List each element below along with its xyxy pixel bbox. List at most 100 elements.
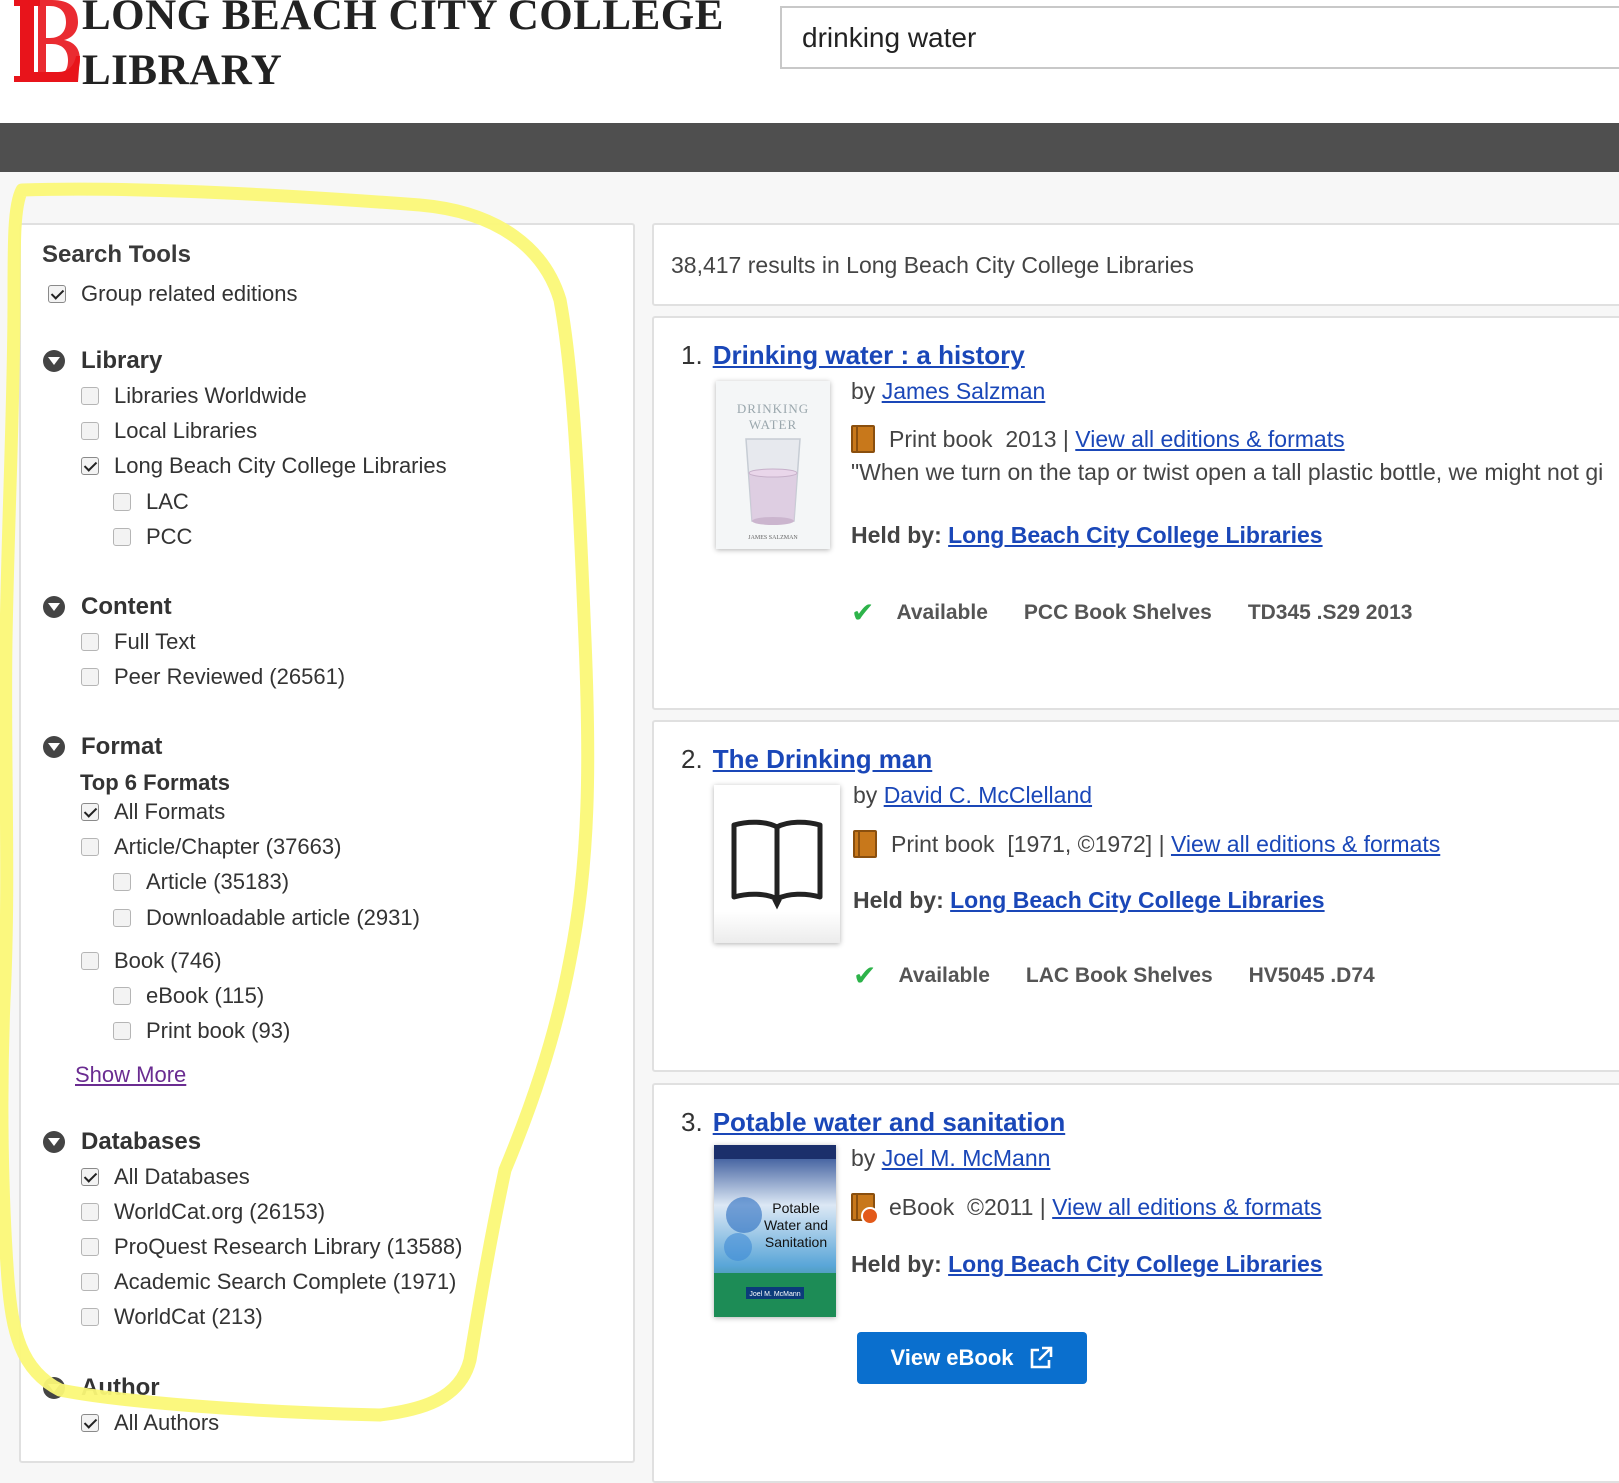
option-label: Long Beach City College Libraries [114, 453, 447, 478]
available-check-icon: ✔ [853, 960, 877, 991]
checkbox[interactable] [113, 987, 131, 1005]
filter-all-databases[interactable]: All Databases [81, 1164, 250, 1190]
checkbox[interactable] [81, 457, 99, 475]
checkbox[interactable] [81, 1168, 99, 1186]
result-title-link[interactable]: The Drinking man [713, 744, 933, 774]
search-input[interactable] [780, 6, 1619, 69]
filter-local-libraries[interactable]: Local Libraries [81, 418, 257, 444]
filter-lac[interactable]: LAC [113, 489, 189, 515]
checkbox[interactable] [113, 493, 131, 511]
filter-worldcat[interactable]: WorldCat (213) [81, 1304, 263, 1330]
checkbox[interactable] [81, 387, 99, 405]
checkbox[interactable] [81, 803, 99, 821]
group-related-editions-option[interactable]: Group related editions [48, 281, 297, 307]
show-more-formats-link[interactable]: Show More [75, 1062, 186, 1088]
view-editions-link[interactable]: View all editions & formats [1171, 831, 1440, 858]
checkbox[interactable] [81, 1308, 99, 1326]
filter-worldcat-org[interactable]: WorldCat.org (26153) [81, 1199, 325, 1225]
format-line: Print book 2013 | View all editions & fo… [851, 425, 1345, 453]
option-label: WorldCat (213) [114, 1304, 263, 1329]
results-count: 38,417 results in Long Beach City Colleg… [671, 252, 1194, 278]
result-title-row: 3. Potable water and sanitation [681, 1107, 1065, 1138]
author-section-toggle[interactable]: Author [43, 1374, 160, 1402]
filter-downloadable-article[interactable]: Downloadable article (2931) [113, 905, 420, 931]
print-book-icon [853, 830, 877, 858]
filter-ebook[interactable]: eBook (115) [113, 983, 264, 1009]
option-label: Local Libraries [114, 418, 258, 443]
author-link[interactable]: Joel M. McMann [882, 1145, 1051, 1172]
checkbox[interactable] [113, 909, 131, 927]
cover-title-text: Potable Water and Sanitation [764, 1200, 828, 1250]
filter-proquest[interactable]: ProQuest Research Library (13588) [81, 1234, 463, 1260]
result-snippet: "When we turn on the tap or twist open a… [851, 459, 1604, 485]
book-cover-image[interactable]: Potable Water and Sanitation Joel M. McMan… [714, 1145, 836, 1317]
book-placeholder-image[interactable] [714, 785, 840, 943]
result-title-row: 2. The Drinking man [681, 744, 932, 775]
availability-status: Available [896, 600, 988, 624]
lbcc-logo-icon[interactable] [6, 0, 82, 88]
option-label: WorldCat.org (26153) [114, 1199, 326, 1224]
filter-full-text[interactable]: Full Text [81, 629, 196, 655]
checkbox[interactable] [81, 1238, 99, 1256]
separator: | [1158, 830, 1165, 857]
holding-library-link[interactable]: Long Beach City College Libraries [948, 522, 1322, 548]
shelf-location: LAC Book Shelves [1025, 963, 1213, 987]
result-title-link[interactable]: Drinking water : a history [713, 340, 1025, 370]
filter-print-book[interactable]: Print book (93) [113, 1018, 290, 1044]
author-line: by James Salzman [851, 378, 1045, 405]
view-editions-link[interactable]: View all editions & formats [1052, 1194, 1321, 1221]
filter-libraries-worldwide[interactable]: Libraries Worldwide [81, 383, 307, 409]
result-title-row: 1. Drinking water : a history [681, 340, 1025, 371]
button-label: View eBook [890, 1345, 1014, 1370]
held-by-label: Held by: [853, 887, 944, 913]
held-by-label: Held by: [851, 1251, 942, 1277]
book-cover-image[interactable]: DRINKING WATER JAMES SALZMAN [716, 381, 830, 549]
author-link[interactable]: James Salzman [882, 378, 1046, 405]
site-title[interactable]: Long Beach City College Library [82, 0, 724, 98]
option-label: Article (35183) [146, 869, 290, 894]
option-label: All Authors [114, 1410, 220, 1435]
filter-all-authors[interactable]: All Authors [81, 1410, 219, 1436]
checkbox[interactable] [113, 1022, 131, 1040]
checkbox[interactable] [81, 1273, 99, 1291]
format-section-toggle[interactable]: Format [43, 733, 162, 761]
checkbox[interactable] [81, 838, 99, 856]
checkbox[interactable] [81, 422, 99, 440]
filter-peer-reviewed[interactable]: Peer Reviewed (26561) [81, 664, 345, 690]
filter-lbcc-libraries[interactable]: Long Beach City College Libraries [81, 453, 447, 479]
filter-all-formats[interactable]: All Formats [81, 799, 225, 825]
library-section-toggle[interactable]: Library [43, 347, 162, 375]
holding-library-link[interactable]: Long Beach City College Libraries [948, 1251, 1322, 1277]
checkbox[interactable] [113, 528, 131, 546]
author-line: by Joel M. McMann [851, 1145, 1050, 1172]
checkbox[interactable] [81, 952, 99, 970]
holding-library-link[interactable]: Long Beach City College Libraries [950, 887, 1324, 913]
checkbox[interactable] [81, 1414, 99, 1432]
view-ebook-button[interactable]: View eBook [857, 1332, 1087, 1384]
option-label: Libraries Worldwide [114, 383, 307, 408]
checkbox[interactable] [113, 873, 131, 891]
option-label: Article/Chapter (37663) [114, 834, 342, 859]
cover-author-text: Joel M. McMann [749, 1291, 800, 1298]
option-label: All Databases [114, 1164, 250, 1189]
view-editions-link[interactable]: View all editions & formats [1075, 426, 1344, 453]
available-check-icon: ✔ [851, 597, 875, 628]
filter-academic-search[interactable]: Academic Search Complete (1971) [81, 1269, 456, 1295]
navigation-bar [0, 123, 1619, 172]
ebook-icon [851, 1193, 879, 1225]
group-related-editions-checkbox[interactable] [48, 285, 66, 303]
author-link[interactable]: David C. McClelland [884, 782, 1092, 809]
checkbox[interactable] [81, 1203, 99, 1221]
site-title-line-2: Library [82, 47, 283, 94]
filter-article[interactable]: Article (35183) [113, 869, 289, 895]
checkbox[interactable] [81, 668, 99, 686]
separator: | [1062, 425, 1069, 452]
content-section-toggle[interactable]: Content [43, 593, 172, 621]
databases-section-toggle[interactable]: Databases [43, 1128, 201, 1156]
filter-book[interactable]: Book (746) [81, 948, 222, 974]
checkbox[interactable] [81, 633, 99, 651]
filter-article-chapter[interactable]: Article/Chapter (37663) [81, 834, 341, 860]
filter-pcc[interactable]: PCC [113, 524, 192, 550]
result-title-link[interactable]: Potable water and sanitation [713, 1107, 1066, 1137]
format-label: Print book [889, 425, 993, 452]
